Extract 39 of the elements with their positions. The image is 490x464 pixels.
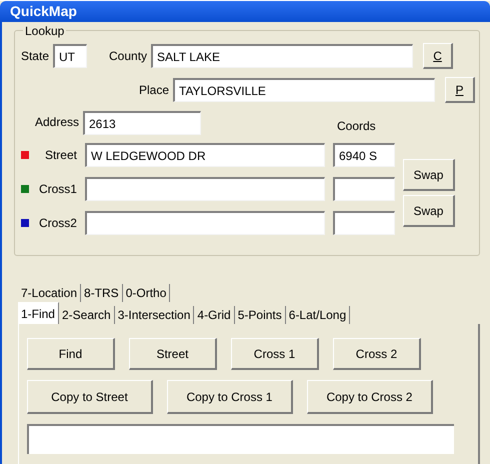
- tab[interactable]: 3-Intersection: [114, 306, 194, 324]
- tab[interactable]: 8-TRS: [81, 284, 123, 302]
- window-title: QuickMap: [10, 2, 77, 21]
- tab[interactable]: 6-Lat/Long: [286, 306, 350, 324]
- county-label: County: [109, 48, 148, 65]
- find-button[interactable]: Cross 2: [332, 338, 421, 370]
- address-field[interactable]: 2613: [83, 111, 201, 135]
- street-field[interactable]: [84, 211, 325, 235]
- place-field[interactable]: TAYLORSVILLE: [173, 78, 435, 102]
- place-label: Place: [138, 82, 169, 99]
- state-field[interactable]: UT: [53, 44, 87, 68]
- street-label: Cross2: [38, 215, 77, 232]
- street-label: Cross1: [38, 181, 77, 198]
- swap-button[interactable]: Swap: [402, 195, 455, 227]
- street-label: Street: [44, 147, 77, 164]
- swap-button[interactable]: Swap: [402, 159, 455, 191]
- tab[interactable]: 0-Ortho: [122, 284, 170, 302]
- find-button[interactable]: Find: [26, 338, 115, 370]
- copy-button[interactable]: Copy to Street: [26, 380, 153, 414]
- find-button[interactable]: Street: [128, 338, 217, 370]
- county-button[interactable]: C: [423, 43, 454, 69]
- tab[interactable]: 2-Search: [58, 306, 115, 324]
- coords-label: Coords: [337, 118, 376, 135]
- tab[interactable]: 1-Find: [18, 302, 59, 324]
- tab[interactable]: 4-Grid: [194, 306, 235, 324]
- street-field[interactable]: W LEDGEWOOD DR: [84, 143, 325, 167]
- county-field[interactable]: SALT LAKE: [151, 44, 414, 68]
- copy-button[interactable]: Copy to Cross 2: [306, 380, 433, 414]
- address-label: Address: [34, 114, 79, 131]
- state-label: State: [20, 48, 49, 65]
- results-box[interactable]: [26, 424, 454, 454]
- tab[interactable]: 5-Points: [234, 306, 286, 324]
- coords-field[interactable]: 6940 S: [332, 143, 395, 167]
- coords-field[interactable]: [332, 211, 395, 235]
- street-field[interactable]: [84, 177, 325, 201]
- coords-field[interactable]: [332, 177, 395, 201]
- find-button[interactable]: Cross 1: [230, 338, 319, 370]
- copy-button[interactable]: Copy to Cross 1: [166, 380, 293, 414]
- place-button[interactable]: P: [445, 77, 475, 103]
